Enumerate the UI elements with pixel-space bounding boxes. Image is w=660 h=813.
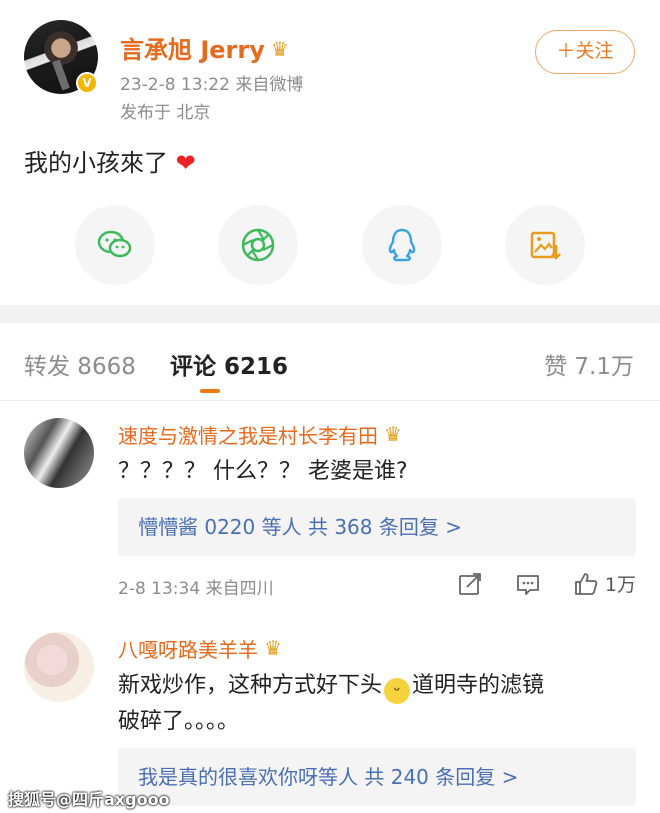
commenter-name-text[interactable]: 八嘎呀路美羊羊 (118, 638, 258, 662)
wechat-icon (97, 230, 132, 258)
author-name[interactable]: 言承旭 Jerry ♛ (120, 30, 289, 65)
share-qq-button[interactable] (362, 205, 442, 285)
qq-icon (388, 228, 416, 262)
post-location: 发布于 北京 (120, 103, 211, 123)
interaction-tabs: 转发 8668 评论 6216 赞 7.1万 (0, 323, 660, 401)
comment-text-part: 道明寺的滤镜 (412, 673, 545, 698)
author-name-text[interactable]: 言承旭 Jerry (120, 36, 265, 64)
repost-icon[interactable] (457, 571, 483, 597)
source-watermark: 搜狐号@四斤axgooo (8, 790, 170, 809)
thumbs-up-icon[interactable] (573, 571, 599, 597)
comment-text-line1: 新戏炒作，这种方式好下头 ᵕ 道明寺的滤镜 (118, 668, 544, 704)
crown-icon: ♛ (270, 37, 289, 61)
commenter-avatar[interactable] (24, 418, 94, 488)
comment-text: ？？？？ 什么？？ 老婆是谁? (118, 459, 408, 484)
save-image-icon (530, 231, 561, 260)
crown-icon: ♛ (384, 422, 402, 446)
reply-summary[interactable]: 懵懵酱 0220 等人 共 368 条回复 > (118, 498, 636, 556)
tab-comments[interactable]: 评论 6216 (170, 347, 288, 381)
heart-emoji-icon: ❤ (175, 149, 196, 177)
crown-icon: ♛ (264, 636, 282, 660)
comment-actions: 1万 (457, 570, 636, 597)
post-body: 我的小孩來了 ❤ (24, 143, 196, 178)
comment-text-part: 新戏炒作，这种方式好下头 (118, 673, 383, 698)
reply-summary[interactable]: 我是真的很喜欢你呀等人 共 240 条回复 > (118, 748, 636, 806)
tab-likes[interactable]: 赞 7.1万 (544, 347, 634, 381)
tab-active-indicator (200, 389, 220, 393)
share-row (0, 205, 660, 287)
commenter-name-text[interactable]: 速度与激情之我是村长李有田 (118, 424, 378, 448)
commenter-name[interactable]: 速度与激情之我是村长李有田 ♛ (118, 420, 402, 449)
follow-button[interactable]: ＋关注 (535, 30, 635, 74)
commenter-avatar[interactable] (24, 632, 94, 702)
verified-v-icon: V (76, 72, 98, 94)
post-body-text: 我的小孩來了 (24, 149, 168, 177)
post-timestamp: 23-2-8 13:22 来自微博 (120, 75, 304, 95)
post-header: V 言承旭 Jerry ♛ 23-2-8 13:22 来自微博 发布于 北京 ＋关… (0, 0, 660, 130)
share-moments-button[interactable] (218, 205, 298, 285)
share-wechat-button[interactable] (75, 205, 155, 285)
moments-icon (241, 228, 275, 262)
commenter-name[interactable]: 八嘎呀路美羊羊 ♛ (118, 634, 282, 663)
comment-icon[interactable] (515, 571, 541, 597)
grin-emoji-icon: ᵕ (384, 678, 411, 704)
save-image-button[interactable] (505, 205, 585, 285)
tab-repost[interactable]: 转发 8668 (24, 347, 136, 381)
like-button[interactable]: 1万 (573, 570, 636, 597)
comment-meta: 2-8 13:34 来自四川 (118, 579, 274, 599)
section-divider (0, 305, 660, 323)
like-count: 1万 (604, 574, 636, 596)
comment-text-line2: 破碎了。。。。 (118, 709, 240, 734)
